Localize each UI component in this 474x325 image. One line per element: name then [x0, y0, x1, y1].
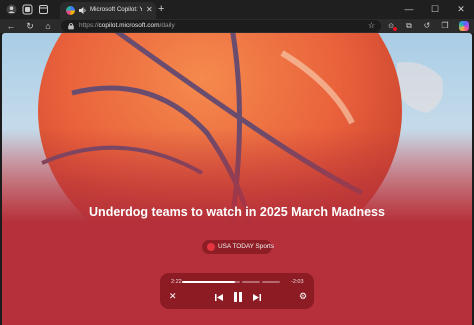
progress-segment	[262, 281, 280, 283]
tab-actions-icon[interactable]	[38, 4, 49, 15]
history-icon[interactable]: ↺	[420, 19, 434, 33]
plus-icon[interactable]: +	[158, 2, 164, 16]
progress-segment	[242, 281, 260, 283]
url-host: copilot.microsoft.com	[98, 22, 160, 29]
audio-player: 2:22 -2:03 ✕ ⚙	[160, 273, 314, 309]
copilot-favicon-icon	[66, 6, 75, 15]
close-player-icon[interactable]: ✕	[169, 291, 177, 302]
source-logo-icon	[207, 243, 215, 251]
speaker-icon[interactable]	[78, 6, 87, 15]
source-badge[interactable]: USA TODAY Sports	[202, 240, 275, 254]
split-screen-icon[interactable]: ⧉	[402, 19, 416, 33]
extension-icon[interactable]: ⊙	[384, 19, 398, 33]
window-close-icon[interactable]: ✕	[448, 0, 474, 19]
settings-icon[interactable]: ⚙	[299, 291, 307, 302]
lock-icon[interactable]	[67, 22, 75, 30]
url-protocol: https://	[79, 22, 99, 29]
home-icon[interactable]: ⌂	[41, 19, 55, 33]
browser-toolbar: ← ↻ ⌂ https://copilot.microsoft.com/dail…	[0, 19, 474, 33]
remaining-time: -2:03	[291, 279, 304, 285]
url-text: https://copilot.microsoft.com/daily	[79, 22, 175, 30]
elapsed-time: 2:22	[171, 279, 182, 285]
tab-copilot[interactable]: Microsoft Copilot: Your AI co ✕	[60, 2, 156, 19]
collections-icon[interactable]: ❐	[438, 19, 452, 33]
pause-icon[interactable]	[232, 291, 244, 303]
source-name: USA TODAY Sports	[218, 243, 275, 250]
daily-page: Underdog teams to watch in 2025 March Ma…	[2, 33, 472, 325]
refresh-icon[interactable]: ↻	[23, 19, 37, 33]
copilot-icon[interactable]	[459, 21, 469, 31]
next-icon[interactable]	[252, 293, 262, 302]
browser-title-bar: Microsoft Copilot: Your AI co ✕ + — ☐ ✕	[0, 0, 474, 19]
previous-icon[interactable]	[214, 293, 224, 302]
minimize-icon[interactable]: —	[396, 0, 422, 19]
star-icon[interactable]: ☆	[368, 20, 375, 32]
progress-fill	[182, 281, 235, 283]
progress-track[interactable]	[182, 281, 280, 283]
profile-icon[interactable]	[6, 4, 17, 15]
address-bar[interactable]: https://copilot.microsoft.com/daily ☆	[61, 20, 381, 32]
back-arrow-icon[interactable]: ←	[4, 19, 18, 33]
close-icon[interactable]: ✕	[146, 5, 153, 15]
maximize-icon[interactable]: ☐	[422, 0, 448, 19]
notification-badge	[393, 27, 397, 31]
workspaces-icon[interactable]	[22, 4, 33, 15]
hero-image	[2, 33, 472, 223]
article-headline[interactable]: Underdog teams to watch in 2025 March Ma…	[87, 205, 387, 220]
url-path: /daily	[159, 22, 175, 29]
tab-title: Microsoft Copilot: Your AI co	[90, 6, 142, 13]
